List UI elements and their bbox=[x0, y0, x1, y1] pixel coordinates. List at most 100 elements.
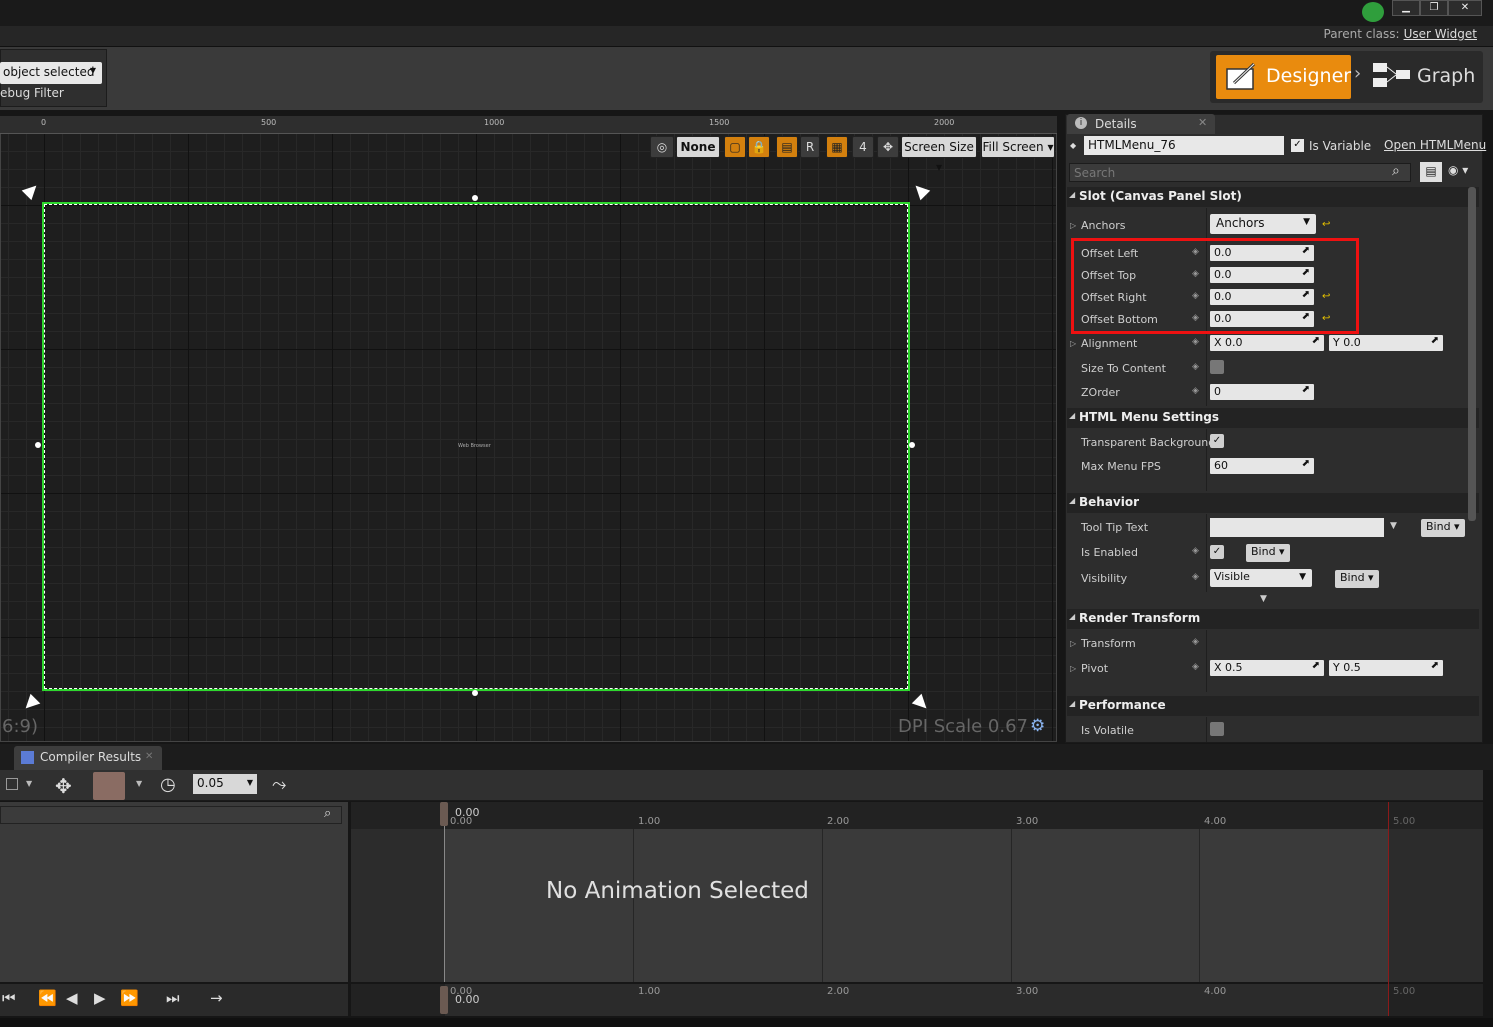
is-variable-label: Is Variable bbox=[1309, 139, 1372, 153]
keyframe-icon[interactable]: ◈ bbox=[1192, 337, 1199, 347]
slot-section-header[interactable]: ◢ Slot (Canvas Panel Slot) bbox=[1067, 187, 1479, 207]
pivot-y-field[interactable]: Y 0.5 ⬈ bbox=[1329, 660, 1443, 676]
gear-icon[interactable]: ⚙ bbox=[1030, 716, 1045, 736]
is-variable-checkbox[interactable]: ✓ bbox=[1291, 139, 1304, 152]
tooltip-text-field[interactable] bbox=[1210, 518, 1384, 537]
resize-handle-top[interactable] bbox=[472, 195, 478, 201]
max-menu-fps-field[interactable]: 60 ⬈ bbox=[1210, 458, 1314, 474]
title-bar-band bbox=[0, 26, 1493, 46]
close-window-button[interactable]: ✕ bbox=[1448, 0, 1482, 16]
graph-mode-button[interactable]: Graph bbox=[1370, 55, 1480, 99]
outline-toggle-icon[interactable]: ▢ bbox=[724, 136, 746, 158]
keyframe-icon[interactable]: ◈ bbox=[1192, 572, 1199, 582]
resize-handle-bottom[interactable] bbox=[472, 690, 478, 696]
transform-gizmo-icon[interactable]: ✥ bbox=[55, 774, 72, 798]
tooltip-bind-button[interactable]: Bind ▾ bbox=[1421, 519, 1465, 537]
jump-to-end-icon[interactable]: ⏭ bbox=[166, 989, 180, 1007]
details-scrollbar[interactable] bbox=[1468, 187, 1476, 521]
restore-button[interactable]: ❐ bbox=[1420, 0, 1448, 16]
resize-handle-right[interactable] bbox=[909, 442, 915, 448]
debug-object-dropdown[interactable]: object selected ▼ bbox=[0, 62, 102, 84]
timeline-tick-label: 5.00 bbox=[1393, 986, 1416, 997]
play-reverse-icon[interactable]: ◀ bbox=[66, 989, 78, 1007]
eye-icon[interactable]: ◉ ▾ bbox=[1448, 163, 1468, 177]
pivot-label: Pivot bbox=[1081, 662, 1109, 675]
size-to-content-checkbox[interactable] bbox=[1210, 360, 1224, 374]
chevron-down-icon[interactable]: ▼ bbox=[136, 779, 142, 788]
expand-icon[interactable]: ▷ bbox=[1070, 221, 1076, 230]
parent-class-link[interactable]: User Widget bbox=[1404, 27, 1477, 41]
grid-snap-value[interactable]: 4 bbox=[852, 136, 874, 158]
respect-locks-icon[interactable]: ▤ bbox=[776, 136, 798, 158]
view-options-icon[interactable]: ▤ bbox=[1420, 162, 1442, 182]
is-volatile-checkbox[interactable] bbox=[1210, 722, 1224, 736]
resize-handle-left[interactable] bbox=[35, 442, 41, 448]
designer-mode-button[interactable]: Designer bbox=[1216, 55, 1351, 99]
step-forward-icon[interactable]: ⏩ bbox=[120, 989, 139, 1007]
chevron-down-icon[interactable]: ▼ bbox=[1390, 521, 1397, 531]
anchors-dropdown[interactable]: Anchors ▼ bbox=[1210, 214, 1316, 234]
alignment-y-field[interactable]: Y 0.0 ⬈ bbox=[1329, 335, 1443, 351]
alignment-x-field[interactable]: X 0.0 ⬈ bbox=[1210, 335, 1324, 351]
select-icon[interactable] bbox=[6, 778, 18, 790]
details-search-input[interactable]: Search bbox=[1069, 163, 1411, 182]
playhead-handle-bottom[interactable] bbox=[440, 986, 448, 1014]
screen-size-dropdown[interactable]: Screen Size ▾ bbox=[901, 136, 977, 174]
visibility-bind-button[interactable]: Bind ▾ bbox=[1335, 570, 1379, 588]
pivot-y-value: Y 0.5 bbox=[1333, 661, 1361, 674]
curve-icon[interactable]: ⤳ bbox=[272, 774, 286, 795]
html-menu-section-header[interactable]: ◢ HTML Menu Settings bbox=[1067, 408, 1479, 428]
widget-name-field[interactable]: HTMLMenu_76 bbox=[1084, 136, 1284, 155]
jump-to-start-icon[interactable]: ⏮ bbox=[2, 989, 16, 1007]
open-html-link[interactable]: Open HTMLMenu bbox=[1384, 138, 1486, 152]
expand-icon[interactable]: ▷ bbox=[1070, 639, 1076, 648]
behavior-section-header[interactable]: ◢ Behavior bbox=[1067, 493, 1479, 513]
snap-interval-field[interactable]: 0.05 ▼ bbox=[193, 774, 257, 794]
localization-dropdown[interactable]: None bbox=[676, 136, 720, 158]
compiler-results-tab[interactable]: Compiler Results bbox=[14, 746, 162, 770]
timeline-tick-label: 4.00 bbox=[1204, 816, 1227, 827]
transparent-background-checkbox[interactable]: ✓ bbox=[1210, 434, 1224, 448]
play-icon[interactable]: ▶ bbox=[94, 989, 106, 1007]
render-transform-section-header[interactable]: ◢ Render Transform bbox=[1067, 609, 1479, 629]
end-marker bbox=[1388, 802, 1389, 1016]
lock-icon[interactable]: 🔒 bbox=[748, 136, 770, 158]
zorder-field[interactable]: 0 ⬈ bbox=[1210, 384, 1314, 400]
keyframe-icon[interactable]: ◈ bbox=[1192, 386, 1199, 396]
timeline-gridline bbox=[1011, 829, 1012, 982]
clock-icon[interactable]: ◷ bbox=[160, 774, 176, 795]
reset-icon[interactable]: ↩ bbox=[1322, 219, 1330, 230]
close-icon[interactable]: ✕ bbox=[1198, 116, 1207, 129]
step-back-icon[interactable]: ⏪ bbox=[38, 989, 57, 1007]
loop-icon[interactable]: → bbox=[210, 989, 223, 1007]
globe-icon[interactable]: ◎ bbox=[650, 136, 674, 158]
is-enabled-checkbox[interactable]: ✓ bbox=[1210, 545, 1224, 559]
r-button[interactable]: R bbox=[800, 136, 820, 158]
snap-interval-value: 0.05 bbox=[197, 776, 224, 790]
key-all-icon[interactable] bbox=[93, 772, 125, 800]
minimize-button[interactable]: ▁ bbox=[1392, 0, 1420, 16]
keyframe-icon[interactable]: ◈ bbox=[1192, 637, 1199, 647]
size-to-content-label: Size To Content bbox=[1081, 362, 1166, 375]
timeline-ruler[interactable] bbox=[351, 802, 1483, 829]
playhead-handle[interactable] bbox=[440, 802, 448, 826]
spin-icon: ⬈ bbox=[1430, 335, 1439, 346]
close-icon[interactable]: ✕ bbox=[145, 751, 153, 762]
pivot-x-field[interactable]: X 0.5 ⬈ bbox=[1210, 660, 1324, 676]
performance-section-header[interactable]: ◢ Performance bbox=[1067, 696, 1479, 716]
expand-icon[interactable]: ▷ bbox=[1070, 664, 1076, 673]
animation-search-input[interactable] bbox=[0, 806, 342, 824]
keyframe-icon[interactable]: ◈ bbox=[1192, 546, 1199, 556]
move-icon[interactable]: ✥ bbox=[877, 136, 899, 158]
advanced-expand-icon[interactable]: ▼ bbox=[1260, 594, 1267, 604]
bottom-tab-bar bbox=[0, 744, 1493, 770]
expand-icon[interactable]: ▷ bbox=[1070, 339, 1076, 348]
details-tab[interactable]: i Details bbox=[1067, 114, 1215, 134]
fill-screen-dropdown[interactable]: Fill Screen ▾ bbox=[981, 136, 1055, 158]
visibility-dropdown[interactable]: Visible ▼ bbox=[1210, 569, 1312, 587]
is-enabled-bind-button[interactable]: Bind ▾ bbox=[1246, 544, 1290, 562]
keyframe-icon[interactable]: ◈ bbox=[1192, 362, 1199, 372]
chevron-down-icon[interactable]: ▼ bbox=[26, 779, 32, 788]
grid-snap-icon[interactable]: ▦ bbox=[826, 136, 848, 158]
keyframe-icon[interactable]: ◈ bbox=[1192, 662, 1199, 672]
